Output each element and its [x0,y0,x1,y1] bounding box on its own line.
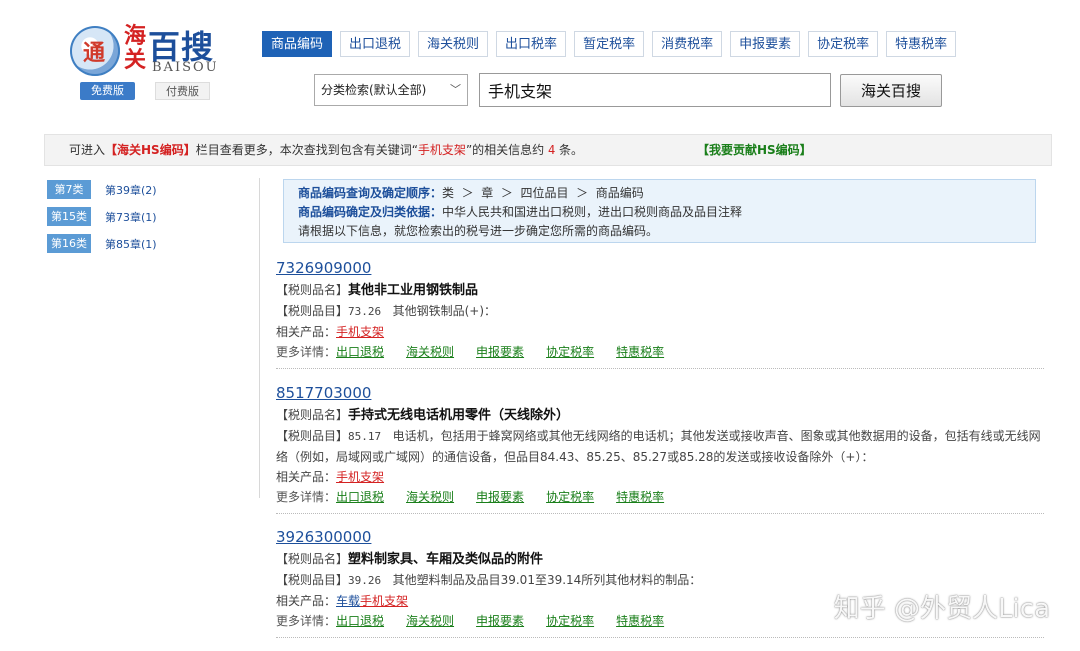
category-select[interactable]: 分类检索(默认全部) ﹀ [314,74,468,106]
more-preferential-link[interactable]: 特惠税率 [616,614,664,628]
logo-baisou-en: BAISOU [152,60,219,75]
paid-plan-button[interactable]: 付费版 [155,82,210,100]
divider [276,637,1044,638]
tab-export-rate[interactable]: 出口税率 [496,31,567,57]
more-customs-tariff-link[interactable]: 海关税则 [406,614,454,628]
customs-emblem-icon: 通 [70,26,120,76]
more-declaration-link[interactable]: 申报要素 [476,345,524,359]
search-input[interactable] [479,73,831,107]
chapter-link[interactable]: 第39章(2) [105,182,157,198]
related-product-link[interactable]: 车载手机支架 [336,594,408,608]
section-link[interactable]: 第16类 [47,234,91,253]
sidebar-item: 第16类 第85章(1) [47,234,257,253]
more-customs-tariff-link[interactable]: 海关税则 [406,345,454,359]
tab-agreement-rate[interactable]: 协定税率 [808,31,879,57]
section-link[interactable]: 第7类 [47,180,91,199]
divider [276,513,1044,514]
category-sidebar: 第7类 第39章(2) 第15类 第73章(1) 第16类 第85章(1) [47,180,257,261]
result-summary-bar: 可进入【海关HS编码】栏目查看更多，本次查找到包含有关键词“手机支架”的相关信息… [44,134,1052,166]
tab-provisional-rate[interactable]: 暂定税率 [574,31,645,57]
keyword-highlight: 手机支架 [417,143,466,157]
tab-preferential-rate[interactable]: 特惠税率 [886,31,957,57]
hs-code-link[interactable]: 7326909000 [276,259,371,277]
tariff-name: 其他非工业用钢铁制品 [348,283,479,298]
contribute-hs-link[interactable]: 【我要贡献HS编码】 [697,135,812,165]
sidebar-item: 第7类 第39章(2) [47,180,257,199]
more-agreement-link[interactable]: 协定税率 [546,345,594,359]
tariff-name: 塑料制家具、车厢及类似品的附件 [348,552,544,567]
more-declaration-link[interactable]: 申报要素 [476,614,524,628]
site-logo[interactable]: 通 海关 百搜 BAISOU [70,22,230,82]
tab-declaration-elements[interactable]: 申报要素 [730,31,801,57]
sidebar-item: 第15类 第73章(1) [47,207,257,226]
more-export-rebate-link[interactable]: 出口退税 [336,614,384,628]
more-agreement-link[interactable]: 协定税率 [546,490,594,504]
tab-hs-code[interactable]: 商品编码 [262,31,333,57]
result-item: 8517703000 【税则品名】手持式无线电话机用零件（天线除外） 【税则品目… [276,382,1044,514]
more-customs-tariff-link[interactable]: 海关税则 [406,490,454,504]
section-link[interactable]: 第15类 [47,207,91,226]
top-nav: 商品编码 出口退税 海关税则 出口税率 暂定税率 消费税率 申报要素 协定税率 … [262,31,957,57]
logo-haiguan-text: 海关 [124,23,147,73]
more-export-rebate-link[interactable]: 出口退税 [336,345,384,359]
more-agreement-link[interactable]: 协定税率 [546,614,594,628]
hs-code-link[interactable]: 8517703000 [276,384,371,402]
tariff-name: 手持式无线电话机用零件（天线除外） [348,408,570,423]
more-export-rebate-link[interactable]: 出口退税 [336,490,384,504]
hs-code-link[interactable]: 3926300000 [276,528,371,546]
result-item: 7326909000 【税则品名】其他非工业用钢铁制品 【税则品目】73.26 … [276,257,1044,369]
more-declaration-link[interactable]: 申报要素 [476,490,524,504]
search-button[interactable]: 海关百搜 [840,74,942,107]
tab-customs-tariff[interactable]: 海关税则 [418,31,489,57]
related-product-link[interactable]: 手机支架 [336,470,384,484]
free-plan-button[interactable]: 免费版 [80,82,135,100]
watermark: 知乎 @外贸人Lica [833,594,1050,624]
divider [276,368,1044,369]
hs-code-section-link[interactable]: 【海关HS编码】 [105,143,196,157]
chapter-link[interactable]: 第85章(1) [105,236,157,252]
more-preferential-link[interactable]: 特惠税率 [616,345,664,359]
divider [259,178,260,498]
tab-consumption-rate[interactable]: 消费税率 [652,31,723,57]
chevron-down-icon: ﹀ [450,83,461,96]
classification-guide: 商品编码查询及确定顺序：类 ＞ 章 ＞ 四位品目 ＞ 商品编码 商品编码确定及归… [283,179,1036,243]
chapter-link[interactable]: 第73章(1) [105,209,157,225]
more-preferential-link[interactable]: 特惠税率 [616,490,664,504]
result-count: 4 [547,143,556,157]
related-product-link[interactable]: 手机支架 [336,325,384,339]
tab-export-rebate[interactable]: 出口退税 [340,31,411,57]
